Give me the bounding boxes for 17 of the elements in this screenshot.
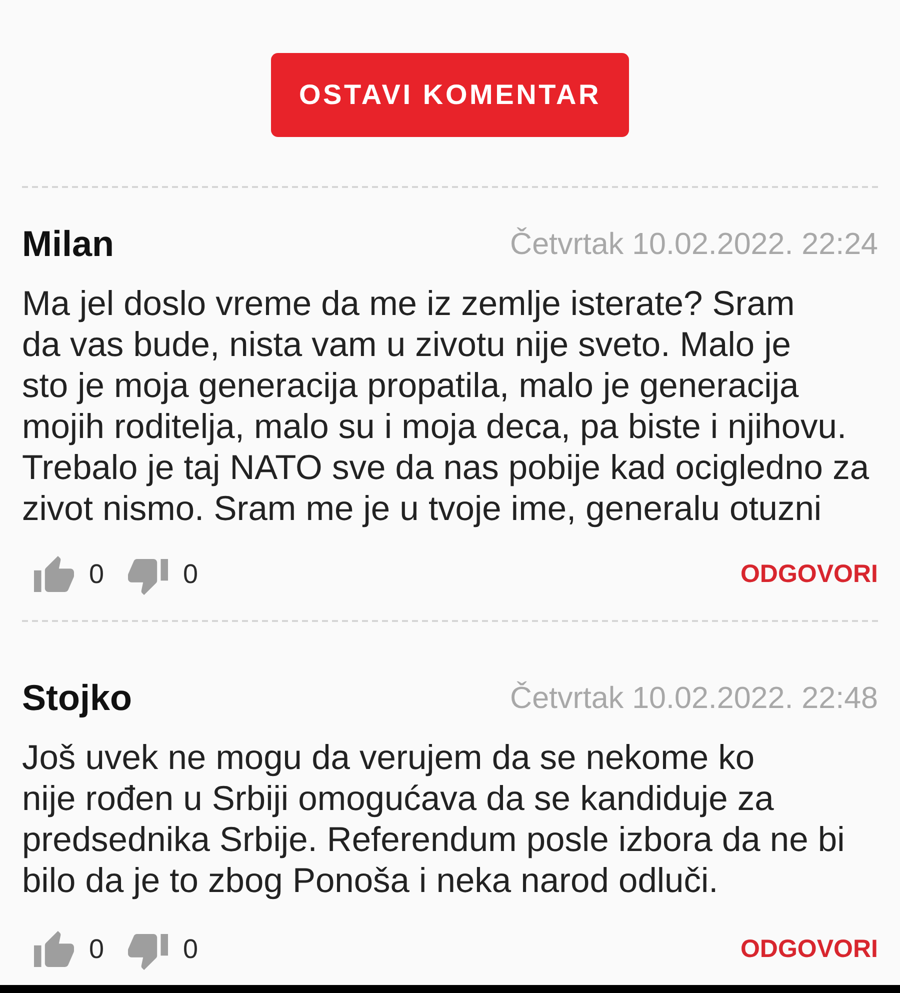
- reply-link[interactable]: ODGOVORI: [740, 934, 878, 964]
- comment-author: Stojko: [22, 677, 132, 719]
- like-count: 0: [89, 558, 104, 590]
- comment-date: Četvrtak 10.02.2022. 22:24: [510, 226, 878, 263]
- thumbs-up-icon[interactable]: [34, 556, 74, 592]
- thumbs-down-icon[interactable]: [128, 934, 168, 970]
- comment-author: Milan: [22, 223, 114, 265]
- comment-date: Četvrtak 10.02.2022. 22:48: [510, 680, 878, 717]
- thumbs-down-icon[interactable]: [128, 559, 168, 595]
- comment-text: Ma jel doslo vreme da me iz zemlje isterate? Sram da vas bude, nista vam u zivotu nije sveto. Malo je sto je moja generacija propatila, malo je generacija mojih roditelja, malo su i moja deca, pa biste i njihovu. Trebalo je taj NATO sve da nas pobije kad ocigledno za zivot nismo. Sram me je u tvoje ime, generalu otuzni: [22, 284, 870, 530]
- dislike-count: 0: [183, 934, 198, 964]
- thumbs-up-icon[interactable]: [34, 931, 74, 967]
- like-count: 0: [89, 934, 104, 964]
- leave-comment-button[interactable]: OSTAVI KOMENTAR: [271, 53, 629, 137]
- comment-text: Još uvek ne mogu da verujem da se nekome ko nije rođen u Srbiji omogućava da se kandiduje za predsednika Srbije. Referendum posle izbora da ne bi bilo da je to zbog Ponoša i neka narod odluči.: [22, 738, 846, 902]
- dislike-count: 0: [183, 558, 198, 590]
- reply-link[interactable]: ODGOVORI: [740, 560, 878, 588]
